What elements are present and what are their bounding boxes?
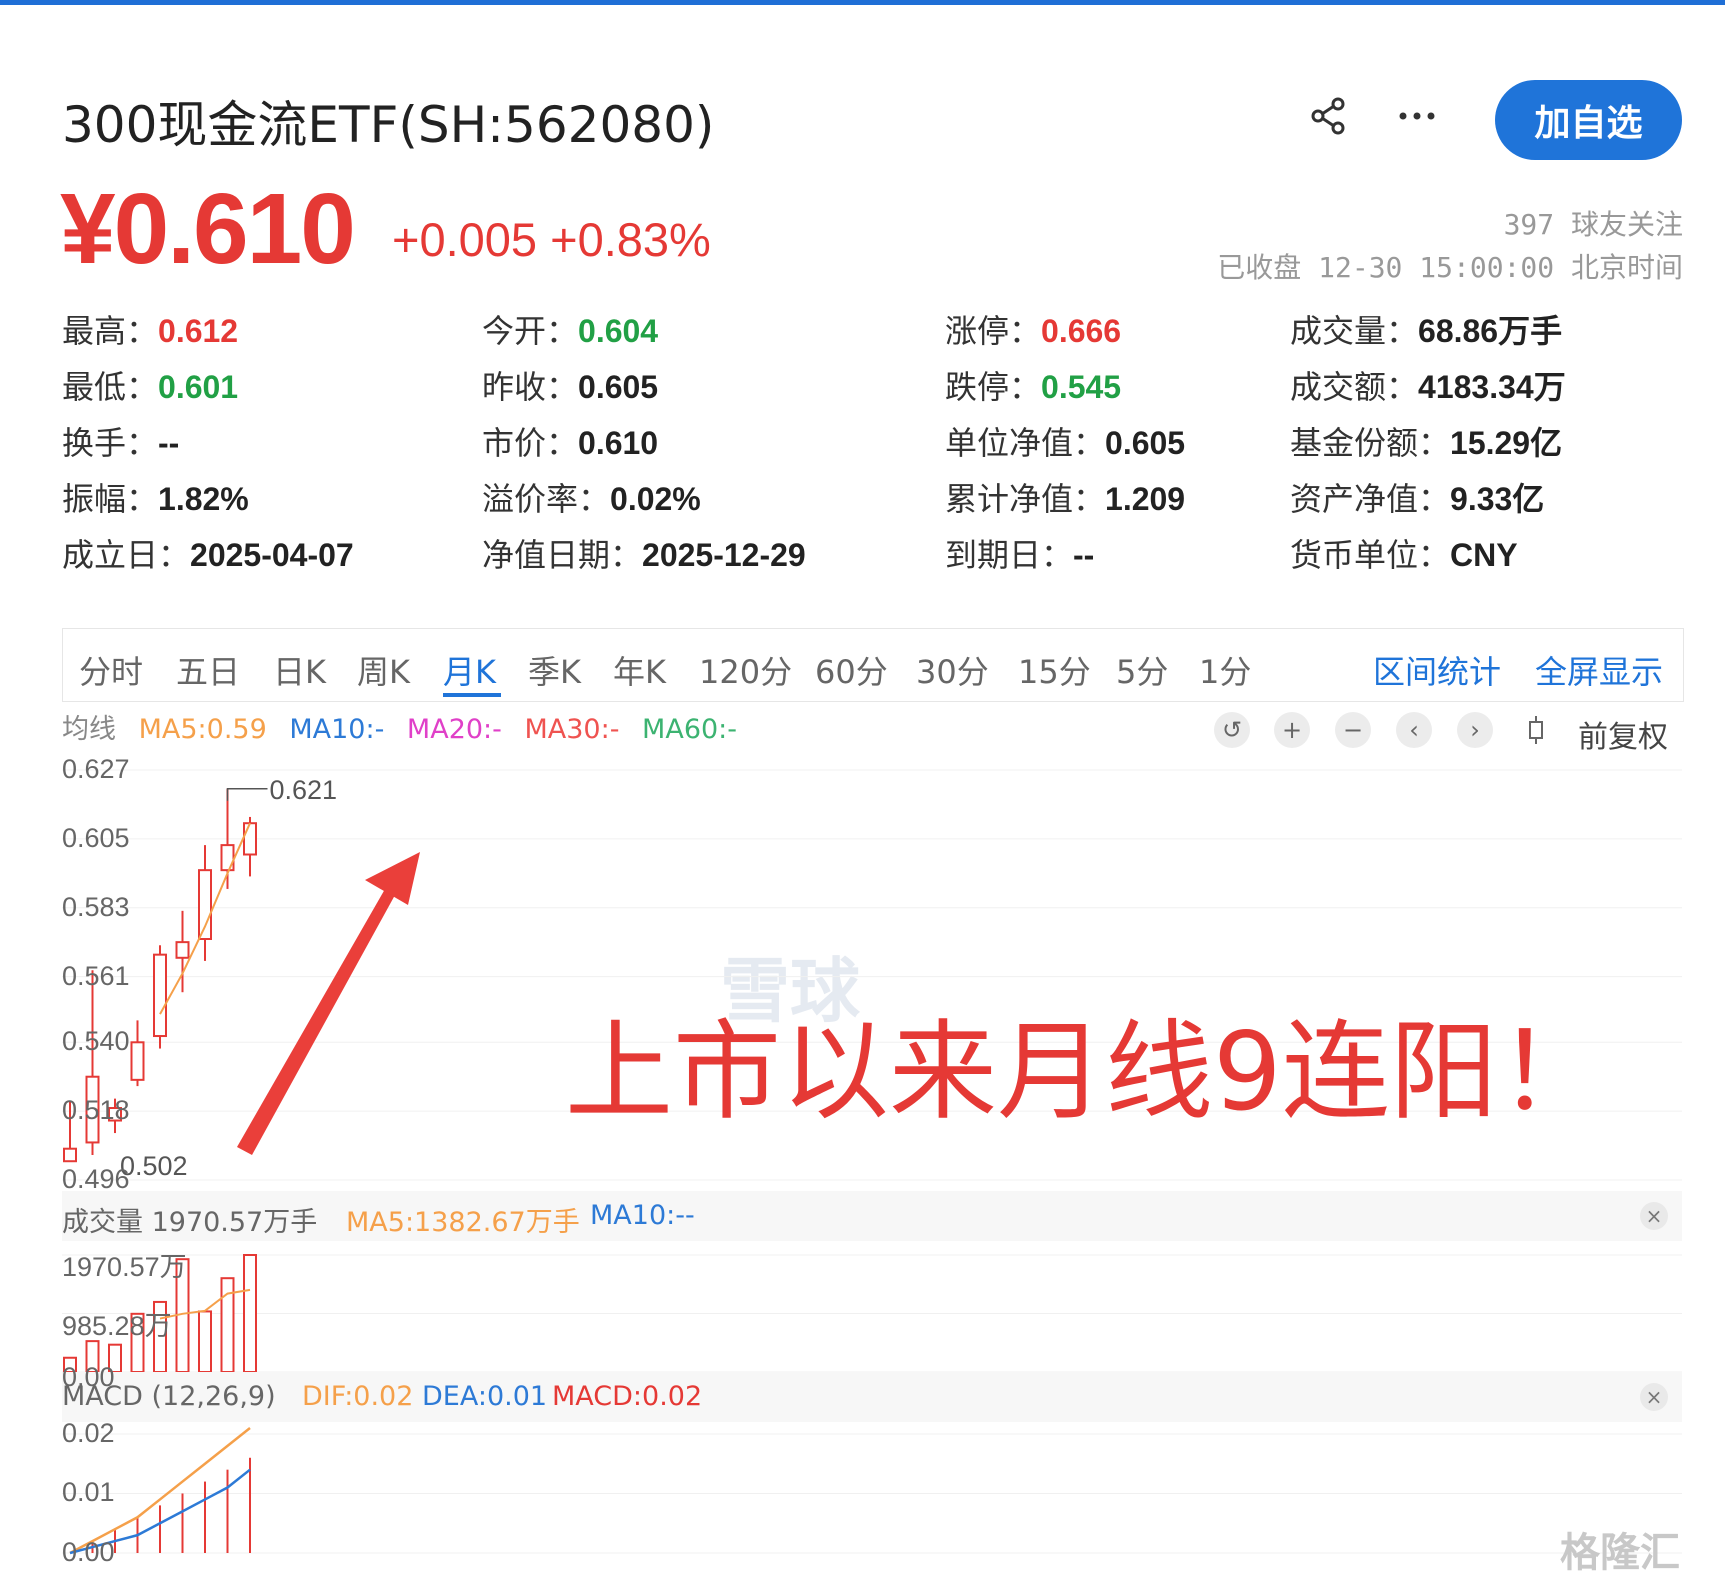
source-logo: 格隆汇 <box>1560 1530 1680 1576</box>
max-price-label: 0.621 <box>270 775 338 805</box>
chart-canvas: 0.621 0.502 <box>62 769 1682 1555</box>
macd-dif: DIF:0.02 <box>302 1381 414 1412</box>
macd-value: MACD:0.02 <box>552 1381 703 1412</box>
macd-axis-tick: 0.01 <box>62 1477 115 1508</box>
min-price-label: 0.502 <box>120 1151 188 1181</box>
price-axis-tick: 0.605 <box>62 822 130 853</box>
close-macd-panel-icon[interactable]: × <box>1640 1383 1668 1411</box>
macd-dea: DEA:0.01 <box>422 1381 548 1412</box>
volume-axis-tick: 0.00 <box>62 1362 115 1392</box>
macd-axis-tick: 0.02 <box>62 1417 115 1448</box>
max-marker-line <box>226 788 268 801</box>
candle-body <box>153 953 167 1038</box>
volume-axis-tick: 985.28万 <box>62 1310 172 1341</box>
volume-ma5: MA5:1382.67万手 <box>346 1207 580 1238</box>
volume-bar <box>243 1254 257 1373</box>
price-axis-tick: 0.627 <box>62 754 130 784</box>
candle-body <box>220 844 235 872</box>
candle-body <box>243 822 257 856</box>
candle-body <box>175 941 190 959</box>
price-axis-tick: 0.496 <box>62 1164 130 1194</box>
macd-axis-tick: 0.00 <box>62 1537 115 1567</box>
annotation-text: 上市以来月线9连阳！ <box>565 1010 1606 1135</box>
annotation-arrow-shaft <box>237 889 395 1155</box>
close-volume-panel-icon[interactable]: × <box>1640 1202 1668 1230</box>
price-axis-tick: 0.540 <box>62 1026 130 1057</box>
volume-ma10: MA10:-- <box>590 1200 695 1231</box>
volume-axis-tick: 1970.57万 <box>62 1252 187 1282</box>
volume-bar <box>198 1310 212 1373</box>
candle-body <box>130 1041 145 1081</box>
candle-body <box>63 1147 77 1163</box>
price-axis-tick: 0.583 <box>62 891 130 922</box>
price-axis-tick: 0.561 <box>62 960 130 991</box>
volume-label: 成交量 1970.57万手 <box>62 1207 318 1238</box>
price-axis-tick: 0.518 <box>62 1095 130 1126</box>
